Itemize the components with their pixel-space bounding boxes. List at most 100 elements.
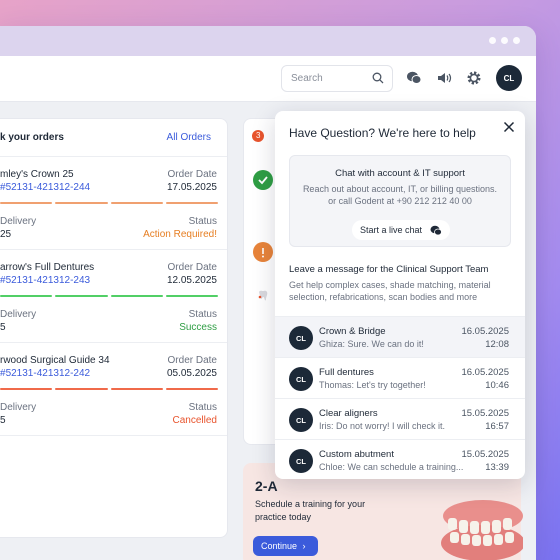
order-id-value: 52131-421312-244 [5,182,91,193]
avatar: CL [289,449,313,473]
message-time: 13:39 [485,462,509,473]
volume-icon[interactable] [436,70,452,86]
alert-icon [253,242,273,262]
avatar: CL [289,326,313,350]
delivery-value: 5 [0,322,6,333]
search-input[interactable]: Search [281,65,393,92]
chevron-right-icon: › [302,541,306,551]
promo-title: 2-A [255,478,278,494]
order-id[interactable]: #52131-421312-243 [0,275,90,286]
avatar: CL [289,367,313,391]
message-topic: Clear aligners [319,408,378,419]
user-initials: CL [503,73,515,83]
user-avatar[interactable]: CL [496,65,522,91]
message-time: 10:46 [485,380,509,391]
progress-segment [165,295,218,297]
tooth-icon [253,285,273,305]
message-item[interactable]: CL Crown & Bridge Ghiza: Sure. We can do… [275,316,525,357]
order-date-label: Order Date [167,262,217,273]
order-progress [0,388,218,390]
order-date: 17.05.2025 [166,182,217,193]
top-bar: Search CL [0,56,536,102]
live-chat-label: Start a live chat [360,225,423,235]
it-support-box: Chat with account & IT support Reach out… [289,155,511,247]
order-row[interactable]: rwood Surgical Guide 34 #52131-421312-24… [0,343,227,436]
clinical-support-title: Leave a message for the Clinical Support… [289,264,489,275]
start-live-chat-button[interactable]: Start a live chat [352,220,450,240]
message-preview: Thomas: Let's try together! [319,380,426,390]
order-name: mley's Crown 25 [0,169,74,180]
order-date: 05.05.2025 [166,368,217,379]
window-menu-dots[interactable] [489,37,520,44]
message-preview: Ghiza: Sure. We can do it! [319,339,424,349]
progress-segment [55,202,108,204]
progress-segment [110,295,163,297]
message-date: 16.05.2025 [461,367,509,378]
orders-card: k your orders All Orders mley's Crown 25… [0,118,228,538]
delivery-value: 25 [0,229,12,240]
search-icon [372,72,384,84]
notification-count-badge: 3 [252,130,265,142]
order-id-value: 52131-421312-242 [5,368,91,379]
order-row[interactable]: mley's Crown 25 #52131-421312-244 Order … [0,157,227,250]
all-orders-link[interactable]: All Orders [167,132,211,143]
message-date: 15.05.2025 [461,408,509,419]
gear-icon[interactable] [466,70,482,86]
delivery-value: 5 [0,415,6,426]
message-item[interactable]: CL Full dentures Thomas: Let's try toget… [275,357,525,398]
avatar-initials: CL [296,374,306,384]
avatar-initials: CL [296,333,306,343]
status-value: Cancelled [172,415,217,426]
orders-header: k your orders All Orders [0,119,227,157]
message-item[interactable]: CL Clear aligners Iris: Do not worry! I … [275,398,525,439]
avatar-initials: CL [296,456,306,466]
order-id-value: 52131-421312-243 [5,275,91,286]
order-name: arrow's Full Dentures [0,262,95,273]
continue-button-label: Continue [261,541,298,551]
message-preview: Chloe: We can schedule a training... [319,462,464,472]
status-label: Status [188,309,217,320]
order-date-label: Order Date [167,355,217,366]
progress-segment [55,388,108,390]
status-value: Action Required! [143,229,217,240]
progress-segment [110,388,163,390]
orders-title: k your orders [0,132,64,143]
check-icon [253,170,273,190]
order-id[interactable]: #52131-421312-242 [0,368,90,379]
it-support-text: Reach out about account, IT, or billing … [302,184,498,206]
window-titlebar [0,26,536,56]
help-title: Have Question? We're here to help [289,126,476,140]
dentures-image [441,500,523,560]
avatar-initials: CL [296,415,306,425]
order-progress [0,295,218,297]
chat-icon[interactable] [406,70,422,86]
clinical-support-text: Get help complex cases, shade matching, … [289,280,491,302]
message-item[interactable]: CL Custom abutment Chloe: We can schedul… [275,439,525,479]
it-support-title: Chat with account & IT support [335,168,465,179]
message-time: 16:57 [485,421,509,432]
order-row[interactable]: arrow's Full Dentures #52131-421312-243 … [0,250,227,343]
continue-button[interactable]: Continue › [253,536,318,556]
message-time: 12:08 [485,339,509,350]
order-list: mley's Crown 25 #52131-421312-244 Order … [0,157,227,436]
progress-segment [0,388,53,390]
delivery-label: Delivery [0,309,37,320]
search-placeholder: Search [291,73,323,84]
status-label: Status [188,216,217,227]
message-topic: Crown & Bridge [319,326,386,337]
promo-text: Schedule a training for your practice to… [255,499,366,522]
order-name: rwood Surgical Guide 34 [0,355,110,366]
delivery-label: Delivery [0,402,37,413]
status-value: Success [179,322,217,333]
status-label: Status [188,402,217,413]
chat-bubble-icon [430,225,442,236]
progress-segment [55,295,108,297]
close-icon[interactable] [503,121,515,133]
avatar: CL [289,408,313,432]
order-id[interactable]: #52131-421312-244 [0,182,90,193]
message-date: 16.05.2025 [461,326,509,337]
help-panel: Have Question? We're here to help Chat w… [275,111,525,479]
delivery-label: Delivery [0,216,37,227]
progress-segment [0,202,53,204]
progress-segment [0,295,53,297]
